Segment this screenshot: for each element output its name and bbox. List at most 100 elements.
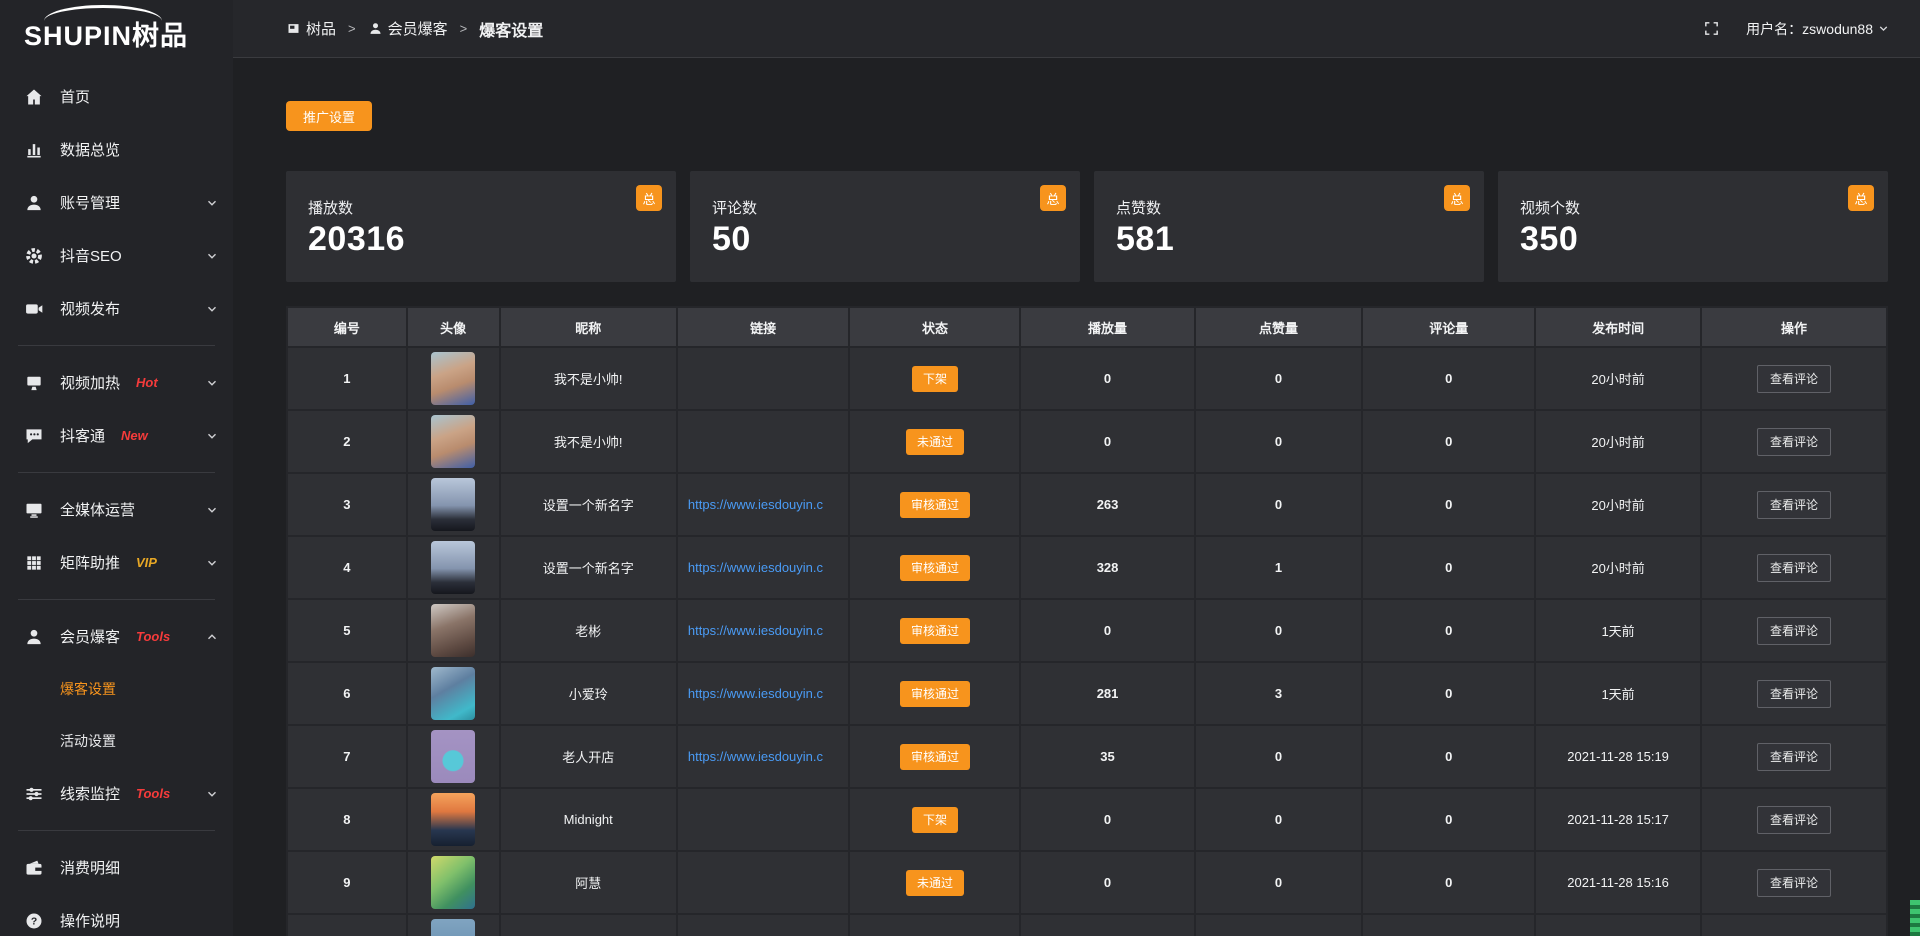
avatar [431,856,475,909]
column-header: 头像 [408,308,501,348]
sidebar-item-douyin-seo[interactable]: 抖音SEO [0,229,233,282]
sidebar-item-label: 视频加热 [60,372,120,393]
sidebar-item-matrix-boost[interactable]: 矩阵助推VIP [0,536,233,589]
cell-nickname: 老人开店 [501,726,678,789]
cell-nickname: 老彬 [501,600,678,663]
breadcrumb-item-member[interactable]: 会员爆客 [388,18,448,39]
total-badge: 总 [636,185,662,211]
sidebar-subitem-activity-settings[interactable]: 活动设置 [0,715,233,767]
video-link[interactable]: https://www.iesdouyin.c [688,497,823,512]
video-icon [24,299,44,319]
sidebar-item-clue-monitor[interactable]: 线索监控Tools [0,767,233,820]
sidebar-menu: 首页数据总览账号管理抖音SEO 视频发布视频加热Hot抖客通New 全媒体运营矩阵助… [0,58,233,936]
cell-time: 20小时前 [1536,411,1702,474]
video-link[interactable]: https://www.iesdouyin.c [688,749,823,764]
status-badge-button[interactable]: 审核通过 [900,681,970,707]
cell-action [1702,915,1886,936]
table-row: 8Midnight下架0002021-11-28 15:17查看评论 [288,789,1886,852]
stat-card-comments: 评论数 50 总 [690,171,1080,282]
status-badge-button[interactable]: 下架 [912,807,958,833]
topbar-right: 用户名： zswodun88 [1703,19,1890,39]
status-badge-button[interactable]: 未通过 [906,429,964,455]
status-badge-button[interactable]: 审核通过 [900,492,970,518]
view-comments-button[interactable]: 查看评论 [1757,680,1831,708]
cell-action: 查看评论 [1702,789,1886,852]
status-badge-button[interactable]: 审核通过 [900,618,970,644]
cell-avatar [408,915,501,936]
avatar [431,667,475,720]
cell-plays: 263 [1021,474,1195,537]
avatar [431,919,475,936]
sidebar-item-doukotong[interactable]: 抖客通New [0,409,233,462]
stat-label: 点赞数 [1116,197,1484,218]
status-badge-button[interactable]: 下架 [912,366,958,392]
video-link[interactable]: https://www.iesdouyin.c [688,560,823,575]
sidebar-item-label: 数据总览 [60,139,120,160]
view-comments-button[interactable]: 查看评论 [1757,554,1831,582]
svg-text:?: ? [31,916,37,927]
breadcrumb-item-shupin[interactable]: 树品 [306,18,336,39]
promotion-settings-button[interactable]: 推广设置 [286,101,372,131]
cell-link [678,411,851,474]
cell-time: 1天前 [1536,663,1702,726]
video-link[interactable]: https://www.iesdouyin.c [688,623,823,638]
chart-icon [24,140,44,160]
sidebar-item-consumption[interactable]: 消费明细 [0,841,233,894]
cell-link: https://www.iesdouyin.c [678,663,851,726]
cell-comments: 0 [1363,600,1536,663]
view-comments-button[interactable]: 查看评论 [1757,743,1831,771]
status-badge-button[interactable]: 未通过 [906,870,964,896]
fullscreen-icon[interactable] [1703,20,1720,37]
status-badge-button[interactable]: 审核通过 [900,555,970,581]
sidebar-item-member-baoke[interactable]: 会员爆客Tools [0,610,233,663]
video-link[interactable]: https://www.iesdouyin.c [688,686,823,701]
cell-plays [1021,915,1195,936]
cell-avatar [408,852,501,915]
sidebar-item-home[interactable]: 首页 [0,70,233,123]
cell-nickname: 设置一个新名字 [501,474,678,537]
view-comments-button[interactable]: 查看评论 [1757,491,1831,519]
cell-nickname: 设置一个新名字 [501,537,678,600]
sidebar-item-video-heat[interactable]: 视频加热Hot [0,356,233,409]
chevron-down-icon [205,249,219,263]
chevron-down-icon [205,787,219,801]
cell-likes: 1 [1196,537,1364,600]
sidebar-item-video-publish[interactable]: 视频发布 [0,282,233,335]
home-icon [24,87,44,107]
view-comments-button[interactable]: 查看评论 [1757,806,1831,834]
status-badge-button[interactable]: 审核通过 [900,744,970,770]
cell-avatar [408,726,501,789]
view-comments-button[interactable]: 查看评论 [1757,428,1831,456]
cell-avatar [408,411,501,474]
cell-action: 查看评论 [1702,411,1886,474]
cell-link [678,789,851,852]
sidebar-item-instructions[interactable]: ?操作说明 [0,894,233,936]
sidebar-item-media-ops[interactable]: 全媒体运营 [0,483,233,536]
stat-value: 20316 [308,220,676,259]
column-header: 播放量 [1021,308,1195,348]
cell-comments: 0 [1363,537,1536,600]
cell-avatar [408,789,501,852]
floating-widget[interactable] [1910,900,1920,936]
user-menu[interactable]: 用户名： zswodun88 [1746,19,1890,39]
sidebar-item-label: 视频发布 [60,298,120,319]
cell-action: 查看评论 [1702,537,1886,600]
sidebar-item-data-overview[interactable]: 数据总览 [0,123,233,176]
sidebar-item-account-mgmt[interactable]: 账号管理 [0,176,233,229]
cell-nickname [501,915,678,936]
view-comments-button[interactable]: 查看评论 [1757,365,1831,393]
chevron-down-icon [205,556,219,570]
view-comments-button[interactable]: 查看评论 [1757,869,1831,897]
gear-icon [24,246,44,266]
topbar: 树品 > 会员爆客 > 爆客设置 用户名： zswodun88 [233,0,1920,58]
main-column: 树品 > 会员爆客 > 爆客设置 用户名： zswodun88 推广设置 [233,0,1920,936]
view-comments-button[interactable]: 查看评论 [1757,617,1831,645]
sidebar-subitem-baoke-settings[interactable]: 爆客设置 [0,663,233,715]
sidebar-item-label: 首页 [60,86,90,107]
cell-comments: 0 [1363,348,1536,411]
total-badge: 总 [1444,185,1470,211]
cell-plays: 0 [1021,348,1195,411]
cell-status: 审核通过 [850,474,1021,537]
sidebar-item-label: 线索监控 [60,783,120,804]
chevron-up-icon [205,630,219,644]
